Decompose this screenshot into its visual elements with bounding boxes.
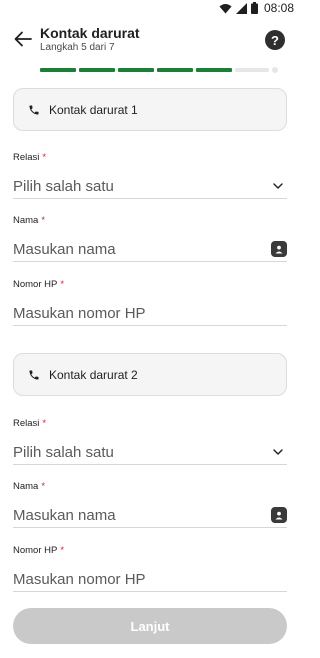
back-button[interactable] — [12, 30, 34, 52]
contact-2-phone-label: Nomor HP * — [13, 545, 65, 556]
contact-1-phone-input-row — [13, 301, 287, 326]
progress-end-dot — [272, 67, 278, 73]
contact-1-name-field: Nama * — [13, 215, 287, 262]
contact-1-section-header: Kontak darurat 1 — [13, 88, 287, 131]
chevron-down-icon — [271, 179, 285, 193]
contact-2-section-title: Kontak darurat 2 — [49, 367, 138, 382]
contact-1-name-input-row — [13, 237, 287, 262]
progress-bar — [40, 67, 284, 73]
phone-icon — [28, 368, 42, 382]
contact-2-phone-input[interactable] — [13, 570, 253, 588]
progress-segment-1 — [40, 68, 76, 72]
battery-icon — [250, 2, 258, 14]
progress-segment-6 — [235, 68, 269, 72]
contact-2-relation-label: Relasi * — [13, 418, 47, 429]
app-header: Kontak darurat Langkah 5 dari 7 ? — [0, 24, 300, 60]
contact-2-section-header: Kontak darurat 2 — [13, 353, 287, 396]
contact-1-relation-label: Relasi * — [13, 152, 47, 163]
contact-2-name-label: Nama * — [13, 481, 46, 492]
status-bar: 08:08 — [0, 0, 300, 16]
contact-2-phone-input-row — [13, 567, 287, 592]
contact-book-icon[interactable] — [271, 507, 287, 523]
back-arrow-icon — [14, 31, 32, 52]
contact-1-relation-select[interactable]: Pilih salah satu — [13, 174, 287, 199]
phone-icon — [28, 103, 42, 117]
contact-1-name-label: Nama * — [13, 215, 46, 226]
contact-2-phone-field: Nomor HP * — [13, 545, 287, 592]
help-button[interactable]: ? — [265, 30, 285, 50]
contact-2-relation-field: Relasi * Pilih salah satu — [13, 418, 287, 465]
contact-1-phone-input[interactable] — [13, 304, 253, 322]
contact-1-relation-field: Relasi * Pilih salah satu — [13, 152, 287, 199]
page-title: Kontak darurat — [40, 25, 140, 41]
contact-2-name-input-row — [13, 503, 287, 528]
next-button[interactable]: Lanjut — [13, 608, 287, 644]
contact-1-name-input[interactable] — [13, 240, 253, 258]
contact-2-relation-select[interactable]: Pilih salah satu — [13, 440, 287, 465]
contact-1-relation-placeholder: Pilih salah satu — [13, 177, 114, 195]
status-time: 08:08 — [263, 1, 294, 15]
progress-segment-3 — [118, 68, 154, 72]
contact-1-phone-field: Nomor HP * — [13, 279, 287, 326]
step-indicator: Langkah 5 dari 7 — [40, 42, 115, 53]
help-icon: ? — [271, 32, 279, 48]
contact-book-icon[interactable] — [271, 241, 287, 257]
contact-2-name-field: Nama * — [13, 481, 287, 528]
signal-icon — [235, 2, 247, 14]
contact-1-section-title: Kontak darurat 1 — [49, 102, 138, 117]
contact-2-relation-placeholder: Pilih salah satu — [13, 443, 114, 461]
contact-1-phone-label: Nomor HP * — [13, 279, 65, 290]
progress-segment-2 — [79, 68, 115, 72]
progress-segment-5 — [196, 68, 232, 72]
chevron-down-icon — [271, 445, 285, 459]
progress-segment-4 — [157, 68, 193, 72]
contact-2-name-input[interactable] — [13, 506, 253, 524]
wifi-icon — [219, 3, 232, 14]
